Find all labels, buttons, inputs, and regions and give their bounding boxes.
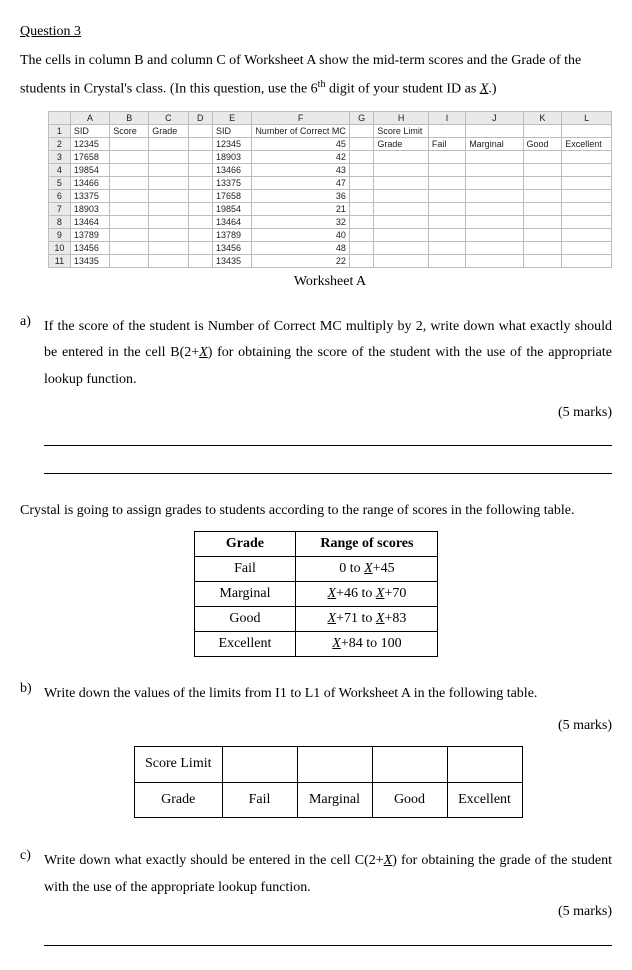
answer-line	[44, 472, 612, 474]
part-a-var: X	[199, 345, 208, 360]
intro-line2-mid: digit of your student ID as	[325, 81, 479, 96]
part-b-marks: (5 marks)	[44, 713, 612, 740]
part-b: b) Write down the values of the limits f…	[20, 681, 612, 824]
intro-line2-prefix: in Crystal's class. (In this question, u…	[69, 81, 317, 96]
question-title: Question 3	[20, 24, 612, 40]
answer-line	[44, 944, 612, 946]
answer-line	[44, 444, 612, 446]
range-section: Crystal is going to assign grades to stu…	[20, 498, 612, 657]
worksheet-a: ABCDEFGHIJKL1SIDScoreGradeSIDNumber of C…	[48, 111, 612, 290]
intro-line2-suffix: .)	[488, 81, 496, 96]
part-a-label: a)	[20, 314, 44, 474]
part-c-marks: (5 marks)	[558, 899, 612, 926]
part-a: a) If the score of the student is Number…	[20, 314, 612, 474]
limits-table: Score LimitGradeFailMarginalGoodExcellen…	[134, 746, 523, 818]
range-intro: Crystal is going to assign grades to stu…	[20, 498, 612, 525]
part-b-text: Write down the values of the limits from…	[44, 686, 537, 701]
intro-text: The cells in column B and column C of Wo…	[20, 48, 612, 103]
worksheet-caption: Worksheet A	[48, 274, 612, 290]
part-b-label: b)	[20, 681, 44, 824]
part-c: c) Write down what exactly should be ent…	[20, 848, 612, 946]
part-c-label: c)	[20, 848, 44, 946]
grade-range-table: GradeRange of scoresFail0 to X+45Margina…	[194, 531, 439, 657]
part-a-marks: (5 marks)	[44, 400, 612, 427]
